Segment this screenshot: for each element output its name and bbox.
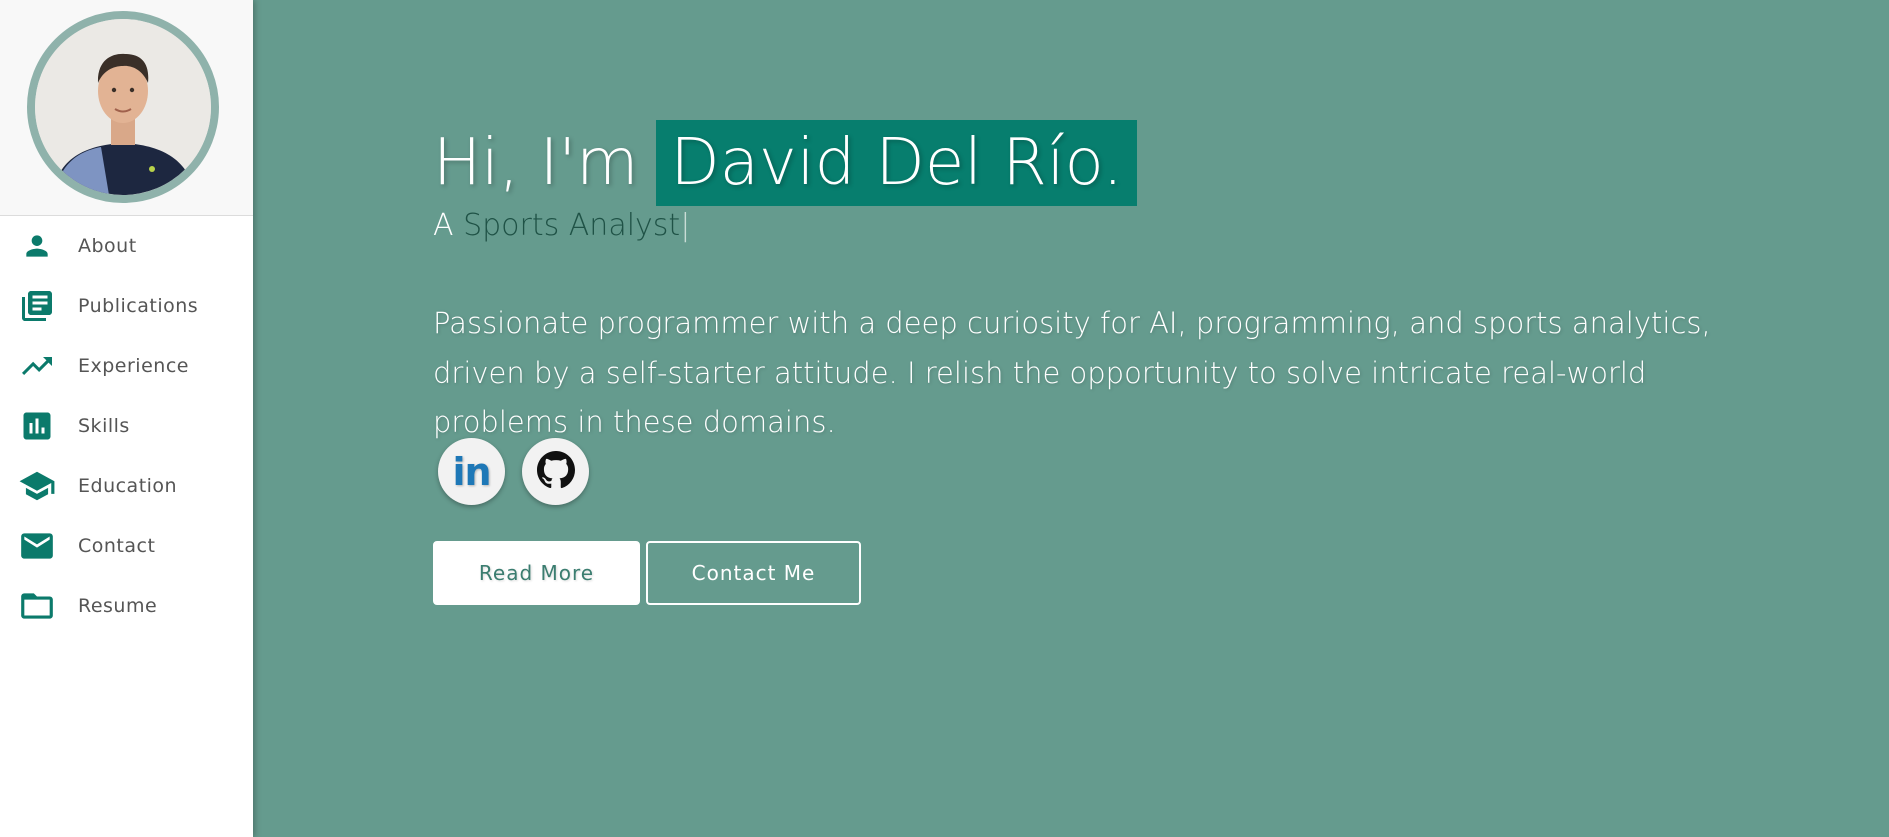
- typing-cursor: |: [680, 208, 691, 243]
- sidebar-item-label: Resume: [78, 595, 158, 617]
- sidebar-item-education[interactable]: Education: [0, 456, 253, 516]
- avatar: [27, 11, 219, 203]
- role-typed-text: Sports Analyst: [463, 208, 681, 243]
- folder-icon: [18, 587, 56, 625]
- bar-chart-icon: [18, 407, 56, 445]
- sidebar-item-experience[interactable]: Experience: [0, 336, 253, 396]
- read-more-button[interactable]: Read More: [433, 541, 640, 605]
- contact-me-button[interactable]: Contact Me: [646, 541, 861, 605]
- sidebar-item-label: About: [78, 235, 137, 257]
- greeting-text: Hi, I'm: [433, 125, 639, 200]
- name-highlight: David Del Río.: [656, 119, 1137, 206]
- trending-up-icon: [18, 347, 56, 385]
- sidebar-item-label: Contact: [78, 535, 156, 557]
- role-prefix: A: [433, 208, 454, 243]
- sidebar-item-publications[interactable]: Publications: [0, 276, 253, 336]
- social-links: in: [438, 438, 589, 505]
- github-icon: [536, 450, 575, 493]
- publications-icon: [18, 287, 56, 325]
- avatar-photo: [35, 19, 211, 195]
- sidebar-item-label: Experience: [78, 355, 189, 377]
- hero-buttons: Read More Contact Me: [433, 541, 861, 605]
- sidebar-item-resume[interactable]: Resume: [0, 576, 253, 636]
- person-icon: [18, 227, 56, 265]
- linkedin-icon: in: [452, 449, 491, 494]
- role-line: A Sports Analyst|: [433, 208, 690, 243]
- sidebar-nav: About Publications Experience Skills Edu…: [0, 216, 253, 636]
- sidebar-item-skills[interactable]: Skills: [0, 396, 253, 456]
- sidebar: About Publications Experience Skills Edu…: [0, 0, 253, 837]
- profile-area: [0, 0, 253, 216]
- mail-icon: [18, 527, 56, 565]
- sidebar-item-label: Skills: [78, 415, 130, 437]
- hero-headline: Hi, I'm David Del Río.: [433, 119, 1137, 206]
- bio-text: Passionate programmer with a deep curios…: [433, 306, 1711, 439]
- sidebar-item-label: Education: [78, 475, 178, 497]
- linkedin-button[interactable]: in: [438, 438, 505, 505]
- sidebar-item-label: Publications: [78, 295, 199, 317]
- sidebar-item-contact[interactable]: Contact: [0, 516, 253, 576]
- graduation-cap-icon: [18, 467, 56, 505]
- github-button[interactable]: [522, 438, 589, 505]
- sidebar-item-about[interactable]: About: [0, 216, 253, 276]
